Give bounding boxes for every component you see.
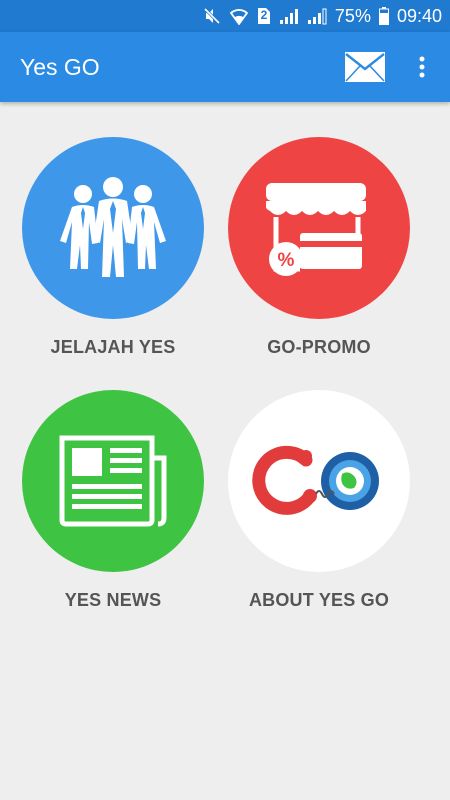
battery-percentage: 75% (334, 6, 371, 26)
yes-news-label: YES NEWS (64, 590, 162, 610)
about-yes-go-circle (228, 390, 410, 572)
go-promo-label: GO-PROMO (267, 337, 371, 357)
jelajah-yes-label: JELAJAH YES (50, 337, 176, 357)
overflow-menu-button[interactable] (412, 52, 432, 82)
signal-icon (307, 7, 327, 25)
about-yes-go-label: ABOUT YES GO (248, 590, 390, 610)
jelajah-yes-circle (22, 137, 204, 319)
status-bar: 2 75% 09:40 (0, 0, 450, 32)
more-vert-icon (419, 56, 425, 78)
app-bar: Yes GO (0, 32, 450, 102)
menu-tile-jelajah-yes[interactable]: JELAJAH YES (22, 137, 204, 358)
store-promo-icon: % (266, 183, 366, 276)
app-title: Yes GO (20, 54, 100, 80)
newspaper-icon (59, 435, 167, 527)
sim-icon: 2 (257, 7, 271, 25)
mute-icon (202, 7, 221, 25)
menu-tile-yes-news[interactable]: YES NEWS (22, 390, 204, 611)
mail-icon (345, 52, 385, 82)
wifi-icon (229, 7, 249, 25)
menu-tile-go-promo[interactable]: % GO-PROMO (228, 137, 410, 358)
go-promo-circle: % (228, 137, 410, 319)
go-logo-icon (252, 445, 379, 515)
mail-button[interactable] (344, 49, 386, 85)
clock: 09:40 (396, 6, 442, 26)
signal-icon (279, 7, 299, 25)
yes-news-circle (22, 390, 204, 572)
battery-icon (378, 7, 389, 25)
people-icon (60, 177, 166, 277)
svg-text:%: % (278, 250, 295, 271)
sim-slot-number: 2 (260, 8, 268, 22)
status-icons: 2 75% 09:40 (202, 0, 450, 32)
menu-tile-about-yes-go[interactable]: ABOUT YES GO (228, 390, 410, 611)
